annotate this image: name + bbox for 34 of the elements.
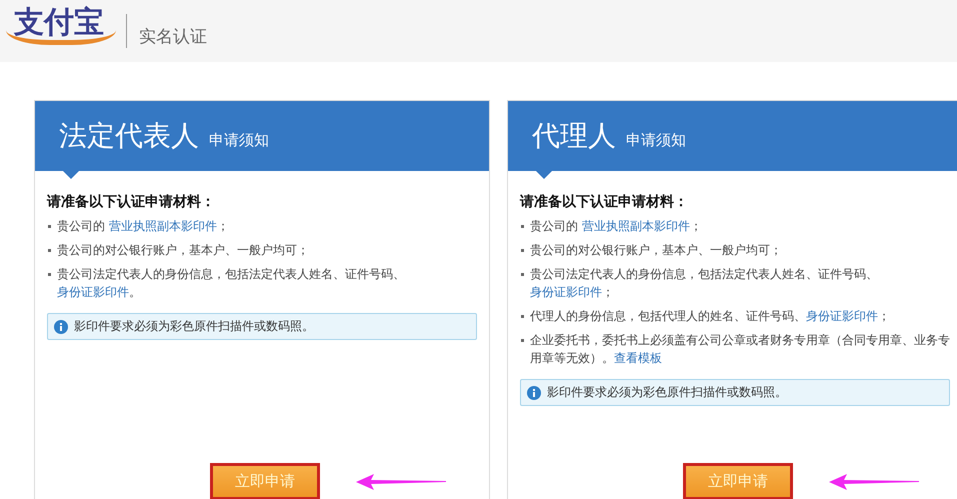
bullet-icon [521, 273, 524, 276]
requirement-text: 贵公司法定代表人的身份信息，包括法定代表人姓名、证件号码、 身份证影印件； [530, 266, 879, 301]
card-title: 法定代表人 [59, 118, 199, 154]
requirement-text: 贵公司的对公银行账户，基本户、一般户均可； [530, 242, 782, 259]
link[interactable]: 身份证影印件 [530, 285, 602, 299]
logo: 支付宝 [6, 8, 116, 44]
info-icon [54, 320, 68, 334]
bullet-icon [521, 225, 524, 228]
note-text: 影印件要求必须为彩色原件扫描件或数码照。 [547, 384, 787, 401]
info-icon [527, 386, 541, 400]
requirement-text: 贵公司的对公银行账户，基本户、一般户均可； [57, 242, 309, 259]
card-subtitle: 申请须知 [626, 130, 686, 150]
bullet-icon [48, 249, 51, 252]
card-title: 代理人 [532, 118, 616, 154]
link[interactable]: 查看模板 [614, 351, 662, 365]
note-text: 影印件要求必须为彩色原件扫描件或数码照。 [74, 318, 314, 335]
bullet-icon [521, 339, 524, 342]
bullet-icon [48, 225, 51, 228]
link[interactable]: 身份证影印件 [57, 285, 129, 299]
section-heading: 请准备以下认证申请材料： [520, 193, 689, 211]
page-title: 实名认证 [139, 26, 207, 48]
link[interactable]: 营业执照副本影印件 [108, 219, 217, 233]
section-heading: 请准备以下认证申请材料： [47, 193, 216, 211]
requirement-text: 贵公司的 营业执照副本影印件； [530, 218, 702, 235]
bullet-icon [521, 315, 524, 318]
link[interactable]: 营业执照副本影印件 [582, 219, 690, 233]
link[interactable]: 身份证影印件 [806, 309, 878, 323]
card-subtitle: 申请须知 [209, 130, 269, 150]
bullet-icon [48, 273, 51, 276]
bullet-icon [521, 249, 524, 252]
requirement-text: 贵公司法定代表人的身份信息，包括法定代表人姓名、证件号码、 身份证影印件。 [57, 266, 406, 301]
requirement-text: 代理人的身份信息，包括代理人的姓名、证件号码、身份证影印件； [530, 308, 890, 325]
requirement-text: 贵公司的 营业执照副本影印件； [57, 218, 229, 235]
requirement-text: 企业委托书，委托书上必须盖有公司公章或者财务专用章（合同专用章、业务专用章等无效）。查看模板 [530, 332, 950, 367]
